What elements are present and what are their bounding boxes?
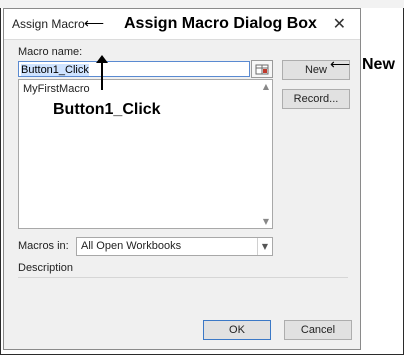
macro-name-input[interactable]: Button1_Click bbox=[18, 61, 250, 77]
range-select-icon[interactable] bbox=[251, 60, 273, 78]
macros-in-value: All Open Workbooks bbox=[81, 240, 182, 252]
record-button[interactable]: Record... bbox=[282, 89, 350, 109]
ok-button[interactable]: OK bbox=[203, 320, 271, 340]
annotation-arrow-new: ⟵ bbox=[330, 56, 351, 72]
annotation-name-text: Button1_Click bbox=[53, 101, 161, 118]
macro-name-value: Button1_Click bbox=[21, 64, 89, 76]
chevron-up-icon[interactable]: ▲ bbox=[263, 82, 269, 91]
chevron-down-icon[interactable]: ▼ bbox=[257, 238, 272, 255]
description-divider bbox=[18, 277, 348, 278]
annotation-arrow-name bbox=[101, 62, 103, 90]
worksheet-background bbox=[0, 0, 404, 8]
list-item[interactable]: MyFirstMacro bbox=[23, 83, 90, 95]
annotation-new-text: New bbox=[362, 56, 395, 73]
annotation-arrow-title: ⟵ bbox=[84, 15, 105, 31]
cancel-button[interactable]: Cancel bbox=[284, 320, 352, 340]
dialog-title: Assign Macro bbox=[12, 17, 85, 31]
description-label: Description bbox=[18, 262, 74, 274]
close-icon[interactable]: ✕ bbox=[333, 14, 346, 33]
macros-in-select[interactable]: All Open Workbooks ▼ bbox=[76, 237, 273, 256]
annotation-title-text: Assign Macro Dialog Box bbox=[124, 15, 317, 32]
macros-in-label: Macros in: bbox=[18, 240, 69, 252]
range-select-icon-graphic bbox=[255, 64, 269, 75]
assign-macro-dialog: Assign Macro ✕ Macro name: Button1_Click… bbox=[3, 8, 361, 350]
macro-name-label: Macro name: bbox=[18, 46, 83, 58]
chevron-down-icon[interactable]: ▼ bbox=[263, 217, 269, 226]
